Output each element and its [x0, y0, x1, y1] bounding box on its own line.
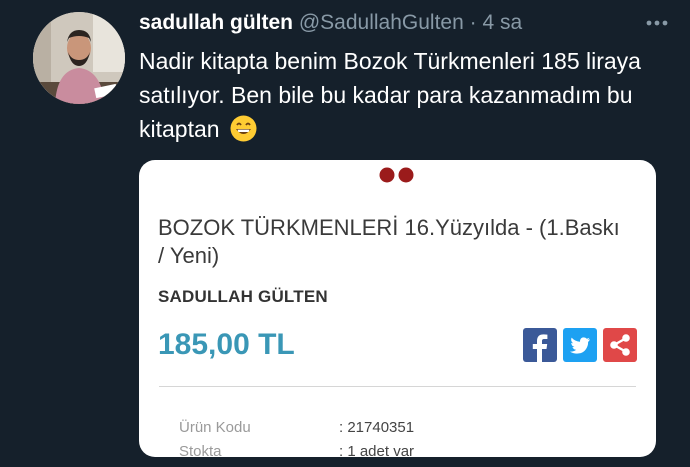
- grinning-face-emoji: [230, 115, 257, 142]
- book-author[interactable]: SADULLAH GÜLTEN: [158, 287, 328, 307]
- tweet[interactable]: sadullah gülten @SadullahGulten · 4 sa N…: [0, 0, 690, 467]
- user-handle[interactable]: @SadullahGulten: [299, 11, 464, 34]
- avatar-photo: [33, 12, 125, 104]
- share-icon: [603, 328, 637, 362]
- facebook-icon: [523, 328, 557, 362]
- generic-share-button[interactable]: [603, 328, 637, 362]
- facebook-share-button[interactable]: [523, 328, 557, 362]
- book-price: 185,00 TL: [158, 328, 295, 361]
- spec-label-stock: Stokta: [179, 443, 222, 457]
- link-preview-card[interactable]: BOZOK TÜRKMENLERİ 16.Yüzyılda - (1.Baskı…: [139, 160, 656, 457]
- separator-dot: ·: [469, 11, 477, 34]
- tweet-header: sadullah gülten @SadullahGulten · 4 sa: [139, 8, 672, 40]
- book-title[interactable]: BOZOK TÜRKMENLERİ 16.Yüzyılda - (1.Baskı…: [158, 214, 628, 270]
- spec-label-product-code: Ürün Kodu: [179, 419, 251, 436]
- tweet-text-content: Nadir kitapta benim Bozok Türkmenleri 18…: [139, 48, 641, 142]
- tweet-text: Nadir kitapta benim Bozok Türkmenleri 18…: [139, 44, 679, 146]
- twitter-share-button[interactable]: [563, 328, 597, 362]
- spec-value-product-code: : 21740351: [339, 419, 415, 436]
- more-options-icon[interactable]: [644, 12, 670, 34]
- tweet-timestamp[interactable]: 4 sa: [482, 11, 522, 34]
- spec-value-stock: : 1 adet var: [339, 443, 415, 457]
- divider: [159, 386, 636, 387]
- twitter-icon: [563, 328, 597, 362]
- site-logo-icon: [377, 167, 417, 183]
- avatar[interactable]: [33, 12, 125, 104]
- display-name[interactable]: sadullah gülten: [139, 11, 293, 34]
